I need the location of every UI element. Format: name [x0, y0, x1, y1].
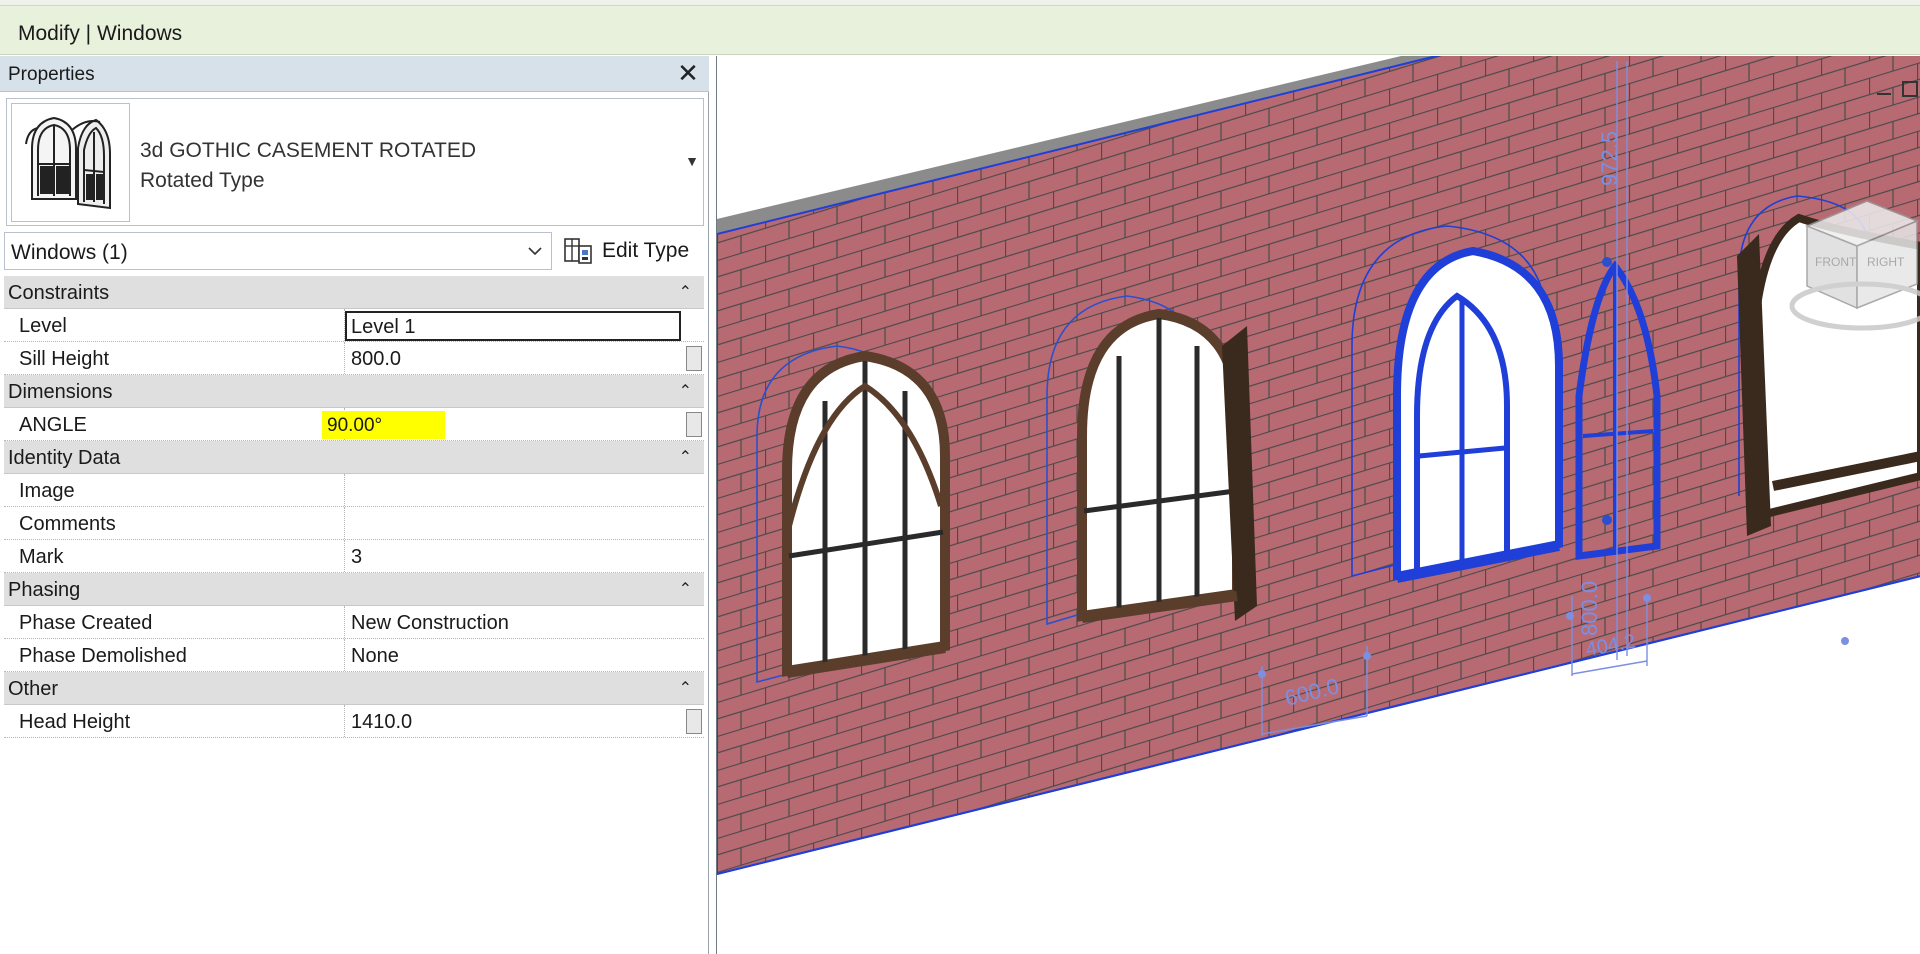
property-name: Comments — [19, 513, 116, 535]
group-label: Identity Data — [8, 447, 121, 469]
instance-filter-select[interactable]: Windows (1) — [4, 232, 552, 270]
3d-wall-model[interactable]: 600.0 972.5 800.0 404.2 FRONT RIGHT — [717, 56, 1920, 954]
properties-palette: Properties ✕ 3d GOTHIC CASEMENT ROTATED … — [0, 56, 709, 954]
associate-parameter-button[interactable] — [686, 412, 702, 437]
type-selector[interactable]: 3d GOTHIC CASEMENT ROTATED Rotated Type … — [6, 98, 704, 226]
viewcube-front-label: FRONT — [1815, 255, 1857, 269]
group-constraints[interactable]: Constraints ⌃ — [4, 276, 704, 309]
level-field[interactable]: Level 1 — [345, 311, 681, 341]
property-name: Head Height — [19, 711, 131, 733]
collapse-icon[interactable]: ⌃ — [679, 579, 692, 599]
phase-created-field[interactable]: New Construction — [346, 606, 686, 638]
contextual-tab-bar: Modify | Windows — [0, 6, 1920, 55]
properties-title: Properties — [8, 64, 95, 85]
property-value: 800.0 — [351, 348, 402, 370]
property-row-head-height[interactable]: Head Height 1410.0 — [4, 705, 704, 738]
property-value: 90.00° — [327, 415, 383, 436]
collapse-icon[interactable]: ⌃ — [679, 381, 692, 401]
chevron-down-icon — [528, 247, 542, 256]
property-value: Level 1 — [351, 316, 416, 338]
property-name: Phase Demolished — [19, 645, 187, 667]
dimension-972: 972.5 — [1597, 131, 1622, 186]
property-row-angle[interactable]: ANGLE 90.00° — [4, 408, 704, 441]
collapse-icon[interactable]: ⌃ — [679, 447, 692, 467]
mark-field[interactable]: 3 — [346, 540, 686, 572]
associate-parameter-button[interactable] — [686, 709, 702, 734]
property-row-phase-demolished[interactable]: Phase Demolished None — [4, 639, 704, 672]
property-row-sill-height[interactable]: Sill Height 800.0 — [4, 342, 704, 375]
viewcube-right-label: RIGHT — [1867, 255, 1905, 269]
image-field[interactable] — [346, 474, 686, 506]
property-name: ANGLE — [19, 414, 87, 436]
property-name: Sill Height — [19, 348, 110, 370]
context-tab-title[interactable]: Modify | Windows — [18, 22, 182, 46]
edit-type-icon — [564, 238, 592, 264]
collapse-icon[interactable]: ⌃ — [679, 282, 692, 302]
comments-field[interactable] — [346, 507, 686, 539]
close-icon[interactable]: ✕ — [675, 60, 701, 86]
phase-demolished-field[interactable]: None — [346, 639, 686, 671]
property-name: Image — [19, 480, 75, 502]
property-row-comments[interactable]: Comments — [4, 507, 704, 540]
group-label: Dimensions — [8, 381, 113, 403]
type-subtype: Rotated Type — [140, 169, 265, 192]
dimension-800: 800.0 — [1577, 581, 1602, 636]
property-grid: Constraints ⌃ Level Level 1 Sill Height … — [4, 276, 704, 738]
property-row-image[interactable]: Image — [4, 474, 704, 507]
property-name: Phase Created — [19, 612, 153, 634]
group-identity-data[interactable]: Identity Data ⌃ — [4, 441, 704, 474]
collapse-icon[interactable]: ⌃ — [679, 678, 692, 698]
property-value: None — [351, 645, 399, 667]
property-value: New Construction — [351, 612, 509, 634]
window-type-thumbnail — [11, 103, 130, 222]
group-other[interactable]: Other ⌃ — [4, 672, 704, 705]
property-value: 1410.0 — [351, 711, 413, 733]
type-dropdown-icon[interactable]: ▼ — [685, 153, 699, 169]
group-label: Constraints — [8, 282, 110, 304]
edit-type-label: Edit Type — [602, 239, 690, 262]
group-label: Phasing — [8, 579, 81, 601]
type-name: 3d GOTHIC CASEMENT ROTATED — [140, 139, 477, 162]
group-phasing[interactable]: Phasing ⌃ — [4, 573, 704, 606]
property-name: Level — [19, 315, 67, 337]
angle-field[interactable]: 90.00° — [322, 411, 445, 439]
edit-type-button[interactable]: Edit Type — [560, 232, 704, 270]
property-row-phase-created[interactable]: Phase Created New Construction — [4, 606, 704, 639]
group-dimensions[interactable]: Dimensions ⌃ — [4, 375, 704, 408]
associate-parameter-button[interactable] — [686, 346, 702, 371]
property-row-mark[interactable]: Mark 3 — [4, 540, 704, 573]
property-name: Mark — [19, 546, 64, 568]
properties-header: Properties ✕ — [0, 56, 709, 92]
property-value: 3 — [351, 546, 363, 568]
sill-height-field[interactable]: 800.0 — [346, 342, 686, 374]
3d-view-canvas[interactable]: 600.0 972.5 800.0 404.2 FRONT RIGHT — [716, 56, 1920, 954]
head-height-field[interactable]: 1410.0 — [346, 705, 686, 737]
instance-filter-label: Windows (1) — [11, 241, 128, 264]
group-label: Other — [8, 678, 59, 700]
property-row-level[interactable]: Level Level 1 — [4, 309, 704, 342]
